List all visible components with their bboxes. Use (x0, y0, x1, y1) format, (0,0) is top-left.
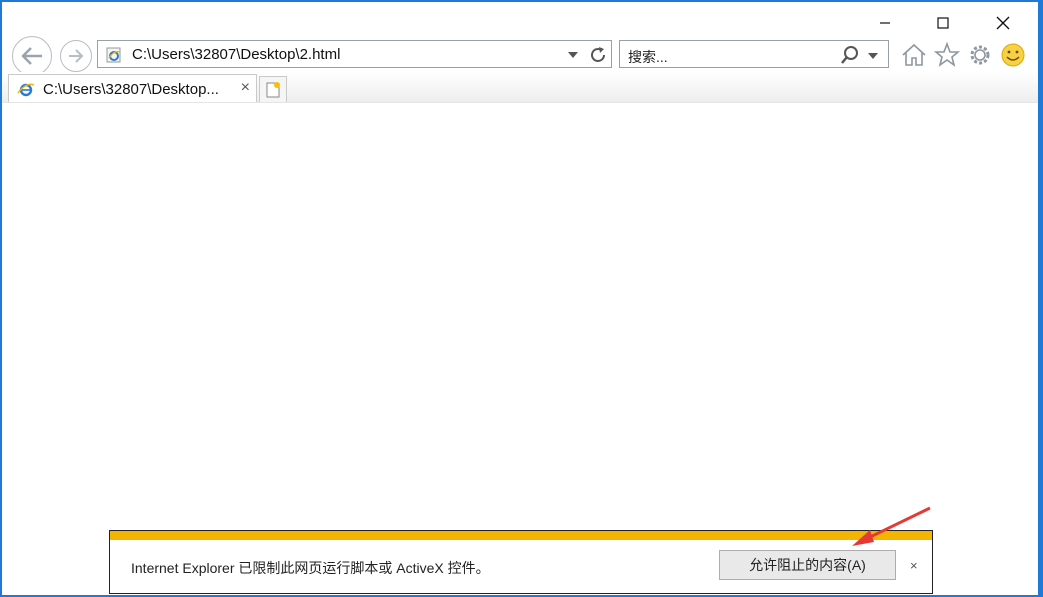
notification-accent-strip (110, 531, 932, 540)
close-window-button[interactable] (980, 8, 1026, 38)
minimize-button[interactable] (862, 8, 908, 38)
forward-button[interactable] (60, 40, 92, 72)
close-icon (996, 16, 1010, 30)
maximize-button[interactable] (920, 8, 966, 38)
minimize-icon (880, 22, 890, 24)
favorites-button[interactable] (932, 40, 962, 70)
address-text[interactable]: C:\Users\32807\Desktop\2.html (132, 46, 340, 63)
new-tab-icon (266, 81, 280, 97)
search-dropdown-icon[interactable] (868, 52, 878, 60)
feedback-button[interactable] (998, 40, 1028, 70)
address-bar[interactable]: C:\Users\32807\Desktop\2.html (97, 40, 612, 68)
back-icon (21, 47, 42, 65)
tab-current[interactable]: C:\Users\32807\Desktop... × (8, 74, 257, 102)
tab-title: C:\Users\32807\Desktop... (43, 81, 219, 98)
maximize-icon (937, 17, 949, 29)
home-button[interactable] (899, 40, 929, 70)
ie-page-icon (106, 47, 121, 63)
ie-tab-icon (17, 83, 35, 97)
page-content (2, 103, 1038, 528)
search-input[interactable]: 搜索... (628, 47, 668, 67)
favorites-icon (934, 42, 960, 67)
allow-blocked-content-button[interactable]: 允许阻止的内容(A) (719, 550, 896, 580)
search-box[interactable]: 搜索... (619, 40, 889, 68)
search-icon[interactable] (840, 45, 860, 65)
forward-icon (69, 49, 84, 63)
smiley-icon (1001, 43, 1025, 67)
annotation-arrow-icon (852, 506, 931, 546)
settings-button[interactable] (965, 40, 995, 70)
home-icon (902, 43, 926, 66)
new-tab-button[interactable] (259, 76, 287, 102)
refresh-icon[interactable] (588, 45, 608, 65)
tab-close-button[interactable]: × (241, 79, 250, 97)
notification-bar: Internet Explorer 已限制此网页运行脚本或 ActiveX 控件… (109, 530, 933, 594)
chevron-down-icon[interactable] (568, 51, 578, 59)
settings-icon (970, 45, 990, 65)
notification-message: Internet Explorer 已限制此网页运行脚本或 ActiveX 控件… (131, 560, 490, 576)
tab-bar: C:\Users\32807\Desktop... × (2, 72, 1038, 103)
browser-window: C:\Users\32807\Desktop\2.html 搜索... C:\U… (2, 2, 1038, 595)
back-button[interactable] (12, 36, 52, 76)
notification-close-button[interactable]: × (910, 558, 918, 573)
